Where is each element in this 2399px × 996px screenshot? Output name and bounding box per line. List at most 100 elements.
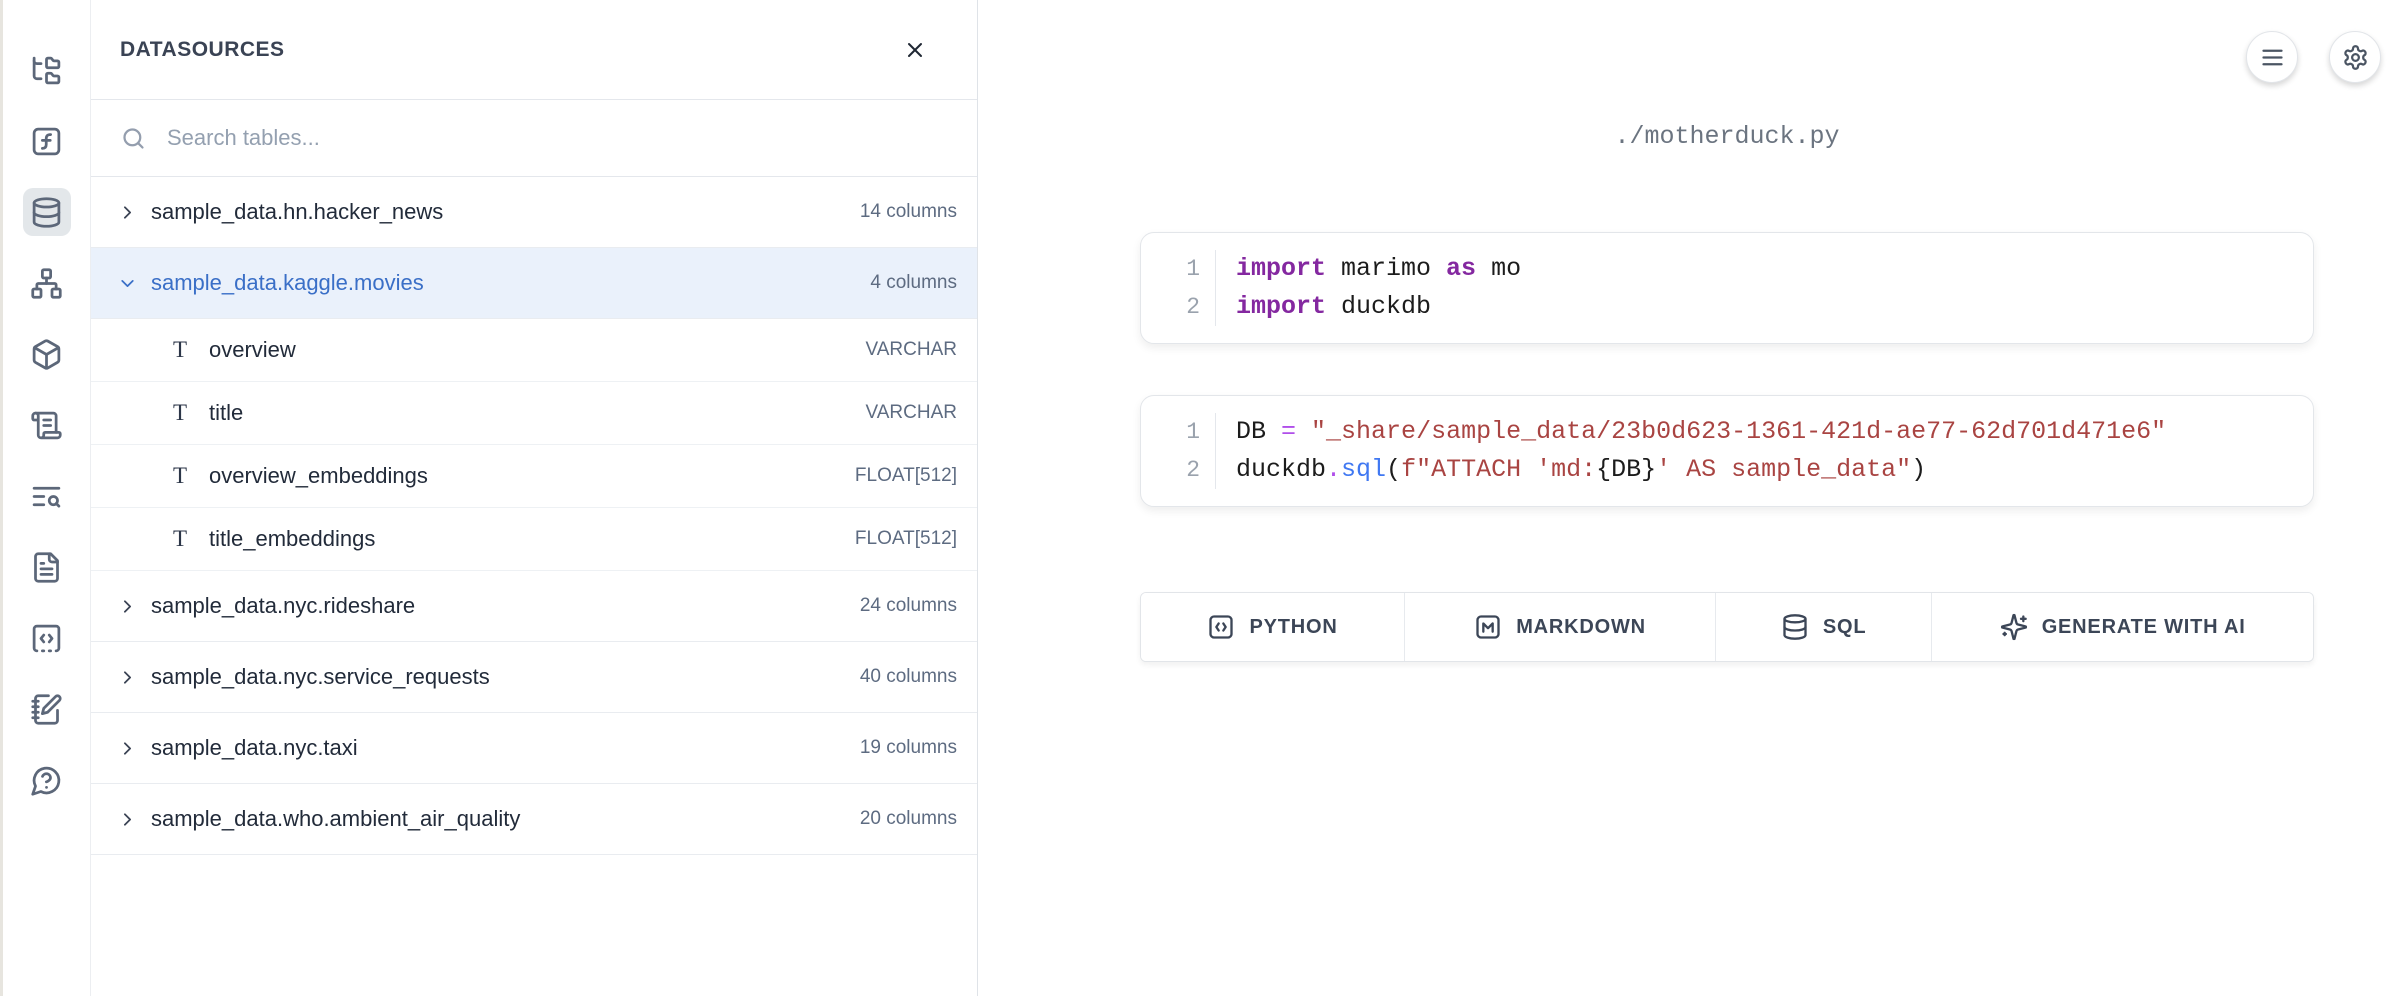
column-row[interactable]: Toverview_embeddingsFLOAT[512] (91, 445, 977, 508)
column-row[interactable]: TtitleVARCHAR (91, 382, 977, 445)
table-row[interactable]: sample_data.hn.hacker_news 14 columns (91, 177, 977, 248)
code-token: {DB} (1596, 455, 1656, 484)
code-token: ) (1911, 455, 1926, 484)
chevron-down-icon (117, 273, 138, 294)
line-number: 2 (1141, 288, 1200, 326)
folder-tree-icon (30, 54, 63, 87)
chevron (117, 667, 138, 688)
table-row[interactable]: sample_data.who.ambient_air_quality 20 co… (91, 784, 977, 855)
sidebar-item-datasources[interactable] (23, 188, 71, 236)
table-name: sample_data.kaggle.movies (151, 270, 424, 296)
column-count: 20 columns (860, 808, 957, 830)
column-count: 4 columns (870, 272, 957, 294)
add-cell-label: MARKDOWN (1516, 616, 1646, 639)
chevron (117, 202, 138, 223)
close-panel-button[interactable] (895, 30, 935, 70)
close-icon (903, 38, 927, 62)
code-token: mo (1476, 254, 1521, 283)
code-token: sql (1341, 455, 1386, 484)
column-row[interactable]: Ttitle_embeddingsFLOAT[512] (91, 508, 977, 571)
sidebar-item-packages[interactable] (23, 330, 71, 378)
table-row[interactable]: sample_data.kaggle.movies 4 columns (91, 248, 977, 319)
add-cell-sql-button[interactable]: SQL (1715, 593, 1931, 661)
table-name: sample_data.nyc.rideshare (151, 593, 415, 619)
add-cell-label: PYTHON (1249, 616, 1337, 639)
column-name: overview_embeddings (209, 463, 428, 489)
sidebar-item-search[interactable] (23, 472, 71, 520)
code-line: DB = "_share/sample_data/23b0d623-1361-4… (1236, 413, 2313, 451)
sidebar-item-variables[interactable] (23, 117, 71, 165)
code-token: import (1236, 254, 1326, 283)
chevron (117, 273, 138, 294)
column-name: overview (209, 337, 296, 363)
sidebar-item-documentation[interactable] (23, 543, 71, 591)
column-name: title (209, 400, 243, 426)
table-row[interactable]: sample_data.nyc.taxi19 columns (91, 713, 977, 784)
code-editor[interactable]: import marimo as moimport duckdb (1216, 250, 2313, 326)
settings-button[interactable] (2329, 31, 2381, 83)
code-token: . (1326, 455, 1341, 484)
code-token: import (1236, 292, 1326, 321)
table-list: sample_data.hn.hacker_news14 columnssamp… (91, 177, 977, 855)
code-token: duckdb (1326, 292, 1431, 321)
datasources-panel: DATASOURCES sample_data.hn.hacker_news 14… (90, 0, 978, 996)
line-number: 1 (1141, 250, 1200, 288)
type-icon: T (168, 337, 192, 363)
column-count: 14 columns (860, 201, 957, 223)
column-count: 24 columns (860, 595, 957, 617)
add-cell-label: SQL (1823, 616, 1867, 639)
panel-title: DATASOURCES (120, 38, 285, 62)
code-cell[interactable]: 12 DB = "_share/sample_data/23b0d623-1361… (1140, 395, 2314, 507)
code-token: duckdb (1236, 455, 1326, 484)
add-cell-bar: PYTHON MARKDOWN SQL GENERATE WITH AI (1140, 592, 2314, 662)
code-token: = (1281, 417, 1296, 446)
sidebar-item-help[interactable] (23, 756, 71, 804)
search-input[interactable] (167, 125, 953, 151)
sparkles-icon (2000, 613, 2028, 641)
table-row[interactable]: sample_data.nyc.rideshare 24 columns (91, 571, 977, 642)
table-name: sample_data.nyc.taxi (151, 735, 358, 761)
datasources-panel-header: DATASOURCES (91, 0, 977, 100)
type-icon: T (168, 400, 192, 426)
sidebar-item-logs[interactable] (23, 401, 71, 449)
add-cell-generate-with-ai-button[interactable]: GENERATE WITH AI (1931, 593, 2313, 661)
code-cell[interactable]: 12import marimo as moimport duckdb (1140, 232, 2314, 344)
chevron-right-icon (117, 667, 138, 688)
sidebar-item-scratchpad[interactable] (23, 685, 71, 733)
file-text-icon (30, 551, 63, 584)
network-icon (30, 267, 63, 300)
chevron (117, 596, 138, 617)
table-row[interactable]: sample_data.nyc.service_requests 40 colum… (91, 642, 977, 713)
column-type: FLOAT[512] (855, 528, 957, 550)
table-name: sample_data.hn.hacker_news (151, 199, 443, 225)
column-type: FLOAT[512] (855, 465, 957, 487)
notebook-main: ./motherduck.py 12import marimo as moimp… (979, 0, 2399, 996)
chevron (117, 738, 138, 759)
gear-icon (2342, 44, 2369, 71)
cells-container: 12import marimo as moimport duckdb12DB =… (1140, 232, 2314, 507)
chevron-right-icon (117, 738, 138, 759)
notebook-content: ./motherduck.py 12import marimo as moimp… (1140, 0, 2314, 662)
sidebar-item-file-explorer[interactable] (23, 46, 71, 94)
chevron-right-icon (117, 202, 138, 223)
chevron-right-icon (117, 596, 138, 617)
code-square-dashed-icon (30, 622, 63, 655)
add-cell-markdown-button[interactable]: MARKDOWN (1404, 593, 1715, 661)
sidebar-item-dependencies[interactable] (23, 259, 71, 307)
add-cell-python-button[interactable]: PYTHON (1141, 593, 1404, 661)
column-name: title_embeddings (209, 526, 375, 552)
table-name: sample_data.who.ambient_air_quality (151, 806, 520, 832)
chevron-right-icon (117, 809, 138, 830)
code-token: ( (1386, 455, 1401, 484)
sidebar-item-snippets[interactable] (23, 614, 71, 662)
marimo-app: DATASOURCES sample_data.hn.hacker_news14… (0, 0, 2399, 996)
column-count: 40 columns (860, 666, 957, 688)
line-number-gutter: 12 (1141, 250, 1216, 326)
table-name: sample_data.nyc.service_requests (151, 664, 490, 690)
line-number-gutter: 12 (1141, 413, 1216, 489)
scroll-text-icon (30, 409, 63, 442)
code-token: as (1446, 254, 1476, 283)
column-row[interactable]: ToverviewVARCHAR (91, 319, 977, 382)
code-editor[interactable]: DB = "_share/sample_data/23b0d623-1361-4… (1216, 413, 2313, 489)
line-number: 2 (1141, 451, 1200, 489)
